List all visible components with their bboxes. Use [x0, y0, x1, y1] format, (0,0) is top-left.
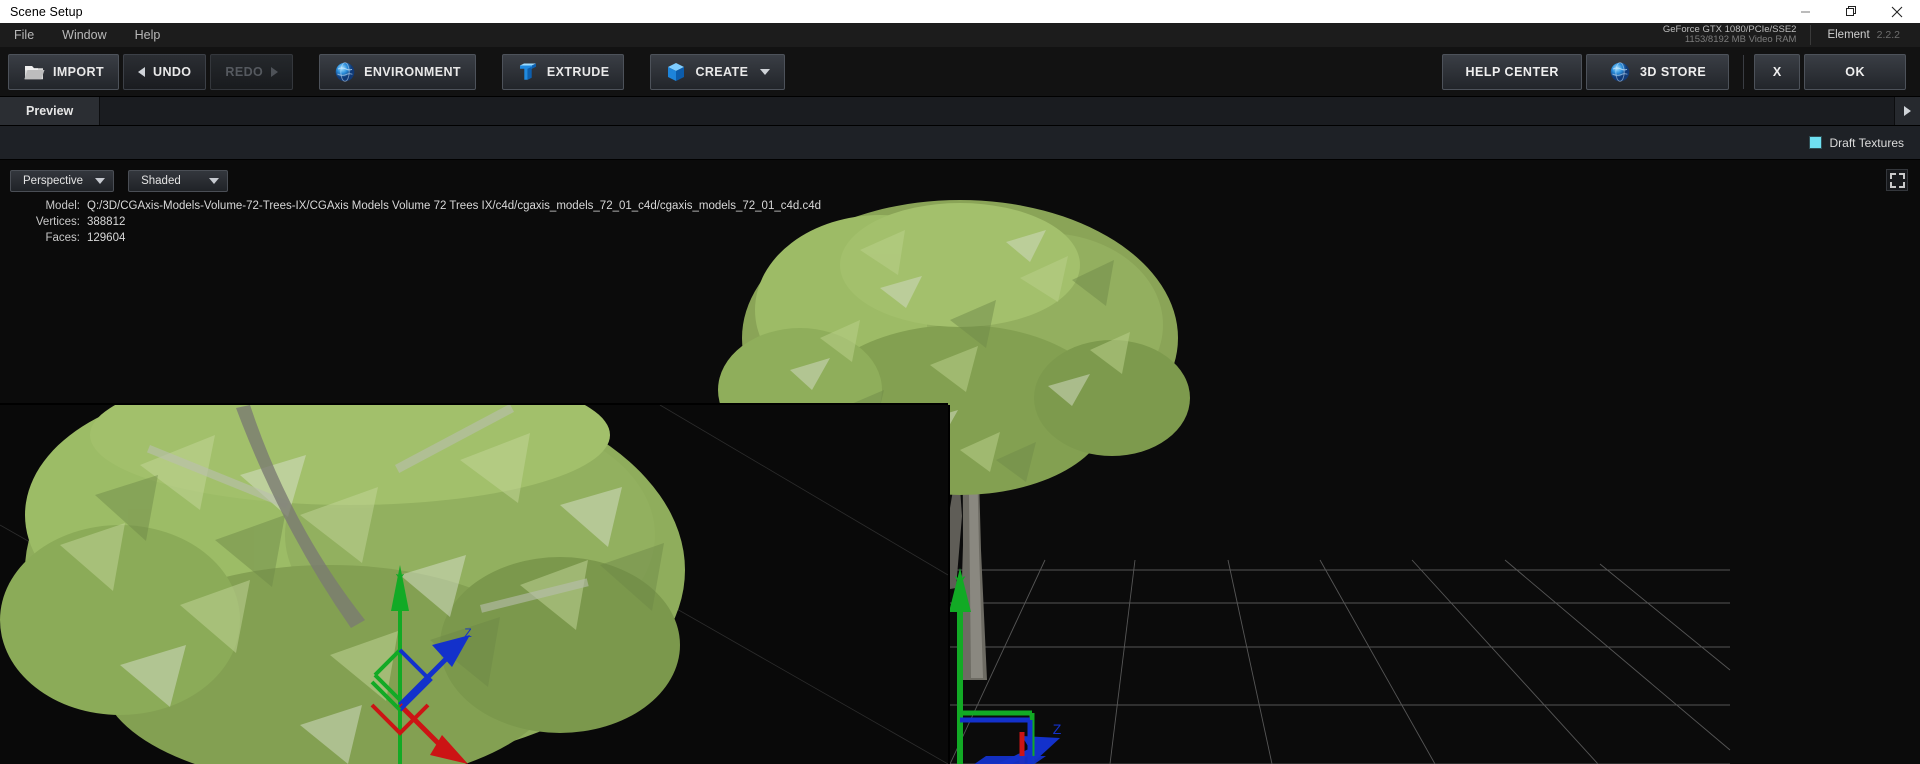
environment-label: ENVIRONMENT	[364, 64, 461, 79]
cancel-button[interactable]: X	[1754, 53, 1801, 90]
undo-label: UNDO	[153, 64, 192, 79]
folder-icon	[24, 65, 45, 79]
chevron-right-icon	[1904, 106, 1911, 116]
toolbar-divider	[1743, 54, 1745, 89]
menu-item-window[interactable]: Window	[48, 23, 120, 47]
viewport-mode-controls: Perspective Shaded	[10, 170, 229, 192]
toolbar-left-group: IMPORT UNDO REDO ENVIRONMENT EXTRUDE CRE…	[8, 53, 789, 90]
menu-bar: File Window Help GeForce GTX 1080/PCIe/S…	[0, 23, 1920, 47]
menu-item-file[interactable]: File	[0, 23, 48, 47]
redo-button[interactable]: REDO	[210, 53, 294, 90]
toolbar-right-group: HELP CENTER 3D STORE X OK	[1442, 53, 1920, 90]
cancel-label: X	[1772, 64, 1782, 79]
menu-item-help[interactable]: Help	[121, 23, 175, 47]
checkbox-box-icon[interactable]	[1808, 136, 1822, 149]
redo-label: REDO	[225, 64, 264, 79]
title-bar: Scene Setup	[0, 0, 1920, 23]
chevron-down-icon	[760, 68, 771, 75]
chevron-down-icon	[209, 178, 220, 184]
camera-mode-value: Perspective	[23, 175, 84, 187]
info-row-vertices: Vertices: 388812	[18, 214, 821, 230]
shading-mode-value: Shaded	[141, 175, 181, 187]
info-label-faces: Faces:	[45, 232, 80, 244]
viewport-divider-horizontal[interactable]	[0, 403, 948, 405]
info-value-vertices: 388812	[87, 216, 126, 228]
create-label: CREATE	[695, 64, 749, 79]
create-button[interactable]: CREATE	[650, 53, 786, 90]
app-version: 2.2.2	[1876, 29, 1900, 41]
info-label-vertices: Vertices:	[35, 216, 80, 228]
ok-label: OK	[1845, 64, 1865, 79]
viewport-options-bar: Draft Textures	[0, 126, 1920, 160]
tab-preview[interactable]: Preview	[0, 97, 101, 125]
gizmo-axis-z-label: Z	[1053, 721, 1062, 737]
chevron-down-icon	[95, 178, 106, 184]
gpu-info: GeForce GTX 1080/PCIe/SSE2 1153/8192 MB …	[1663, 25, 1812, 45]
help-center-button[interactable]: HELP CENTER	[1442, 53, 1582, 90]
window-title: Scene Setup	[10, 4, 83, 19]
preview-viewport[interactable]: Y X Z	[0, 160, 1920, 764]
import-label: IMPORT	[53, 64, 105, 79]
3d-store-label: 3D STORE	[1639, 64, 1707, 79]
maximize-button[interactable]	[1828, 0, 1874, 23]
model-info: Model: Q:/3D/CGAxis-Models-Volume-72-Tre…	[18, 198, 821, 246]
info-row-faces: Faces: 129604	[18, 230, 821, 246]
maximize-viewport-button[interactable]	[1886, 169, 1908, 191]
closeup-pane[interactable]: Y Z	[0, 405, 948, 764]
undo-button[interactable]: UNDO	[123, 53, 207, 90]
closeup-foliage	[0, 405, 685, 764]
info-label-model: Model:	[45, 200, 80, 212]
gizmo-axis-y-label: Y	[954, 573, 965, 592]
info-value-model: Q:/3D/CGAxis-Models-Volume-72-Trees-IX/C…	[87, 200, 822, 212]
import-button[interactable]: IMPORT	[8, 53, 120, 90]
tab-bar: Preview	[0, 97, 1920, 126]
arrow-right-icon	[271, 66, 279, 77]
extrude-button[interactable]: EXTRUDE	[501, 53, 625, 90]
info-value-faces: 129604	[87, 232, 126, 244]
help-center-label: HELP CENTER	[1465, 64, 1559, 79]
scene-setup-window: Scene Setup File Window Help GeForce GTX…	[0, 0, 1920, 764]
maximize-viewport-icon	[1889, 172, 1905, 188]
main-toolbar: IMPORT UNDO REDO ENVIRONMENT EXTRUDE CRE…	[0, 47, 1920, 97]
gpu-status: GeForce GTX 1080/PCIe/SSE2 1153/8192 MB …	[1663, 23, 1920, 47]
arrow-left-icon	[138, 66, 146, 77]
globe-icon	[1610, 61, 1630, 82]
app-identity: Element 2.2.2	[1811, 29, 1914, 41]
info-row-model: Model: Q:/3D/CGAxis-Models-Volume-72-Tre…	[18, 198, 821, 214]
close-button[interactable]	[1874, 0, 1920, 23]
closeup-scene: Y Z	[0, 405, 948, 764]
window-controls	[1782, 0, 1920, 23]
3d-store-button[interactable]: 3D STORE	[1585, 53, 1730, 90]
gpu-memory: 1153/8192 MB Video RAM	[1684, 34, 1797, 45]
gizmo-axis-y-label: Y	[396, 571, 405, 586]
gizmo-axis-z-label: Z	[464, 626, 471, 640]
minimize-button[interactable]	[1782, 0, 1828, 23]
environment-button[interactable]: ENVIRONMENT	[319, 53, 476, 90]
viewport-divider-vertical[interactable]	[948, 405, 950, 764]
tab-scroll-right-button[interactable]	[1894, 97, 1920, 125]
camera-mode-dropdown[interactable]: Perspective	[10, 170, 115, 192]
shading-mode-dropdown[interactable]: Shaded	[128, 170, 229, 192]
app-name: Element	[1827, 29, 1870, 41]
extrude-t-icon	[519, 63, 536, 80]
draft-textures-label: Draft Textures	[1829, 135, 1904, 150]
draft-textures-checkbox[interactable]: Draft Textures	[1808, 135, 1920, 150]
ok-button[interactable]: OK	[1804, 53, 1906, 90]
tab-preview-label: Preview	[26, 104, 74, 118]
extrude-label: EXTRUDE	[546, 64, 610, 79]
globe-icon	[335, 61, 355, 82]
cube-icon	[668, 62, 685, 81]
